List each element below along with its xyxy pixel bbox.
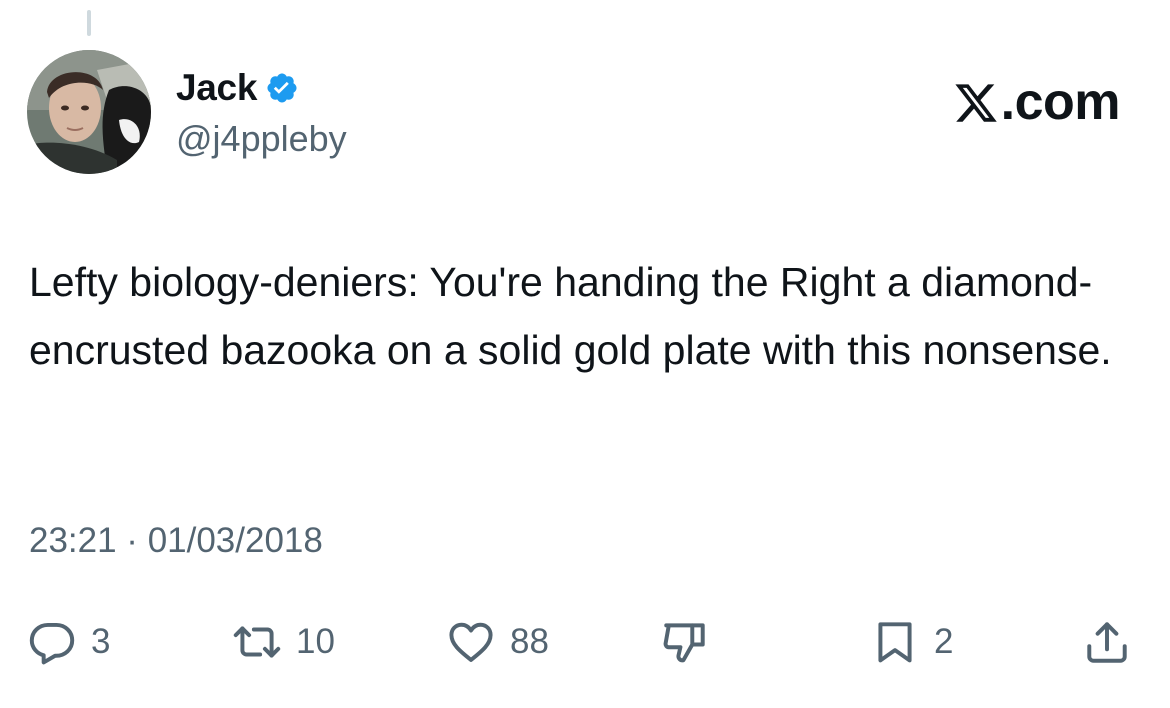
avatar[interactable] — [27, 50, 151, 174]
reply-button[interactable]: 3 — [27, 612, 110, 672]
thumbs-down-icon — [660, 617, 710, 667]
bookmark-button[interactable]: 2 — [870, 612, 953, 672]
brand-domain-label: .com — [1000, 73, 1121, 131]
thread-connector-line — [87, 10, 91, 36]
verified-badge-icon — [265, 71, 299, 105]
repost-icon — [232, 617, 282, 667]
share-icon — [1082, 617, 1132, 667]
tweet-text: Lefty biology-deniers: You're handing th… — [29, 259, 1112, 373]
tweet-timestamp[interactable]: 23:21 · 01/03/2018 — [29, 521, 323, 561]
reply-icon — [27, 617, 77, 667]
brand-logo: .com — [953, 72, 1121, 132]
author-name[interactable]: Jack — [176, 67, 257, 109]
bookmark-count: 2 — [934, 622, 954, 661]
share-button[interactable] — [1082, 612, 1132, 672]
reply-count: 3 — [91, 622, 111, 661]
tweet-actions-bar: 3 10 88 2 — [0, 612, 1170, 672]
dislike-button[interactable] — [660, 612, 710, 672]
heart-icon — [446, 617, 496, 667]
x-logo-icon — [953, 79, 999, 125]
like-button[interactable]: 88 — [446, 612, 549, 672]
repost-button[interactable]: 10 — [232, 612, 335, 672]
repost-count: 10 — [296, 622, 335, 661]
author-handle[interactable]: @j4ppleby — [176, 118, 347, 160]
like-count: 88 — [510, 622, 549, 661]
avatar-image — [27, 50, 151, 174]
bookmark-icon — [870, 617, 920, 667]
author-name-row: Jack — [176, 66, 299, 110]
